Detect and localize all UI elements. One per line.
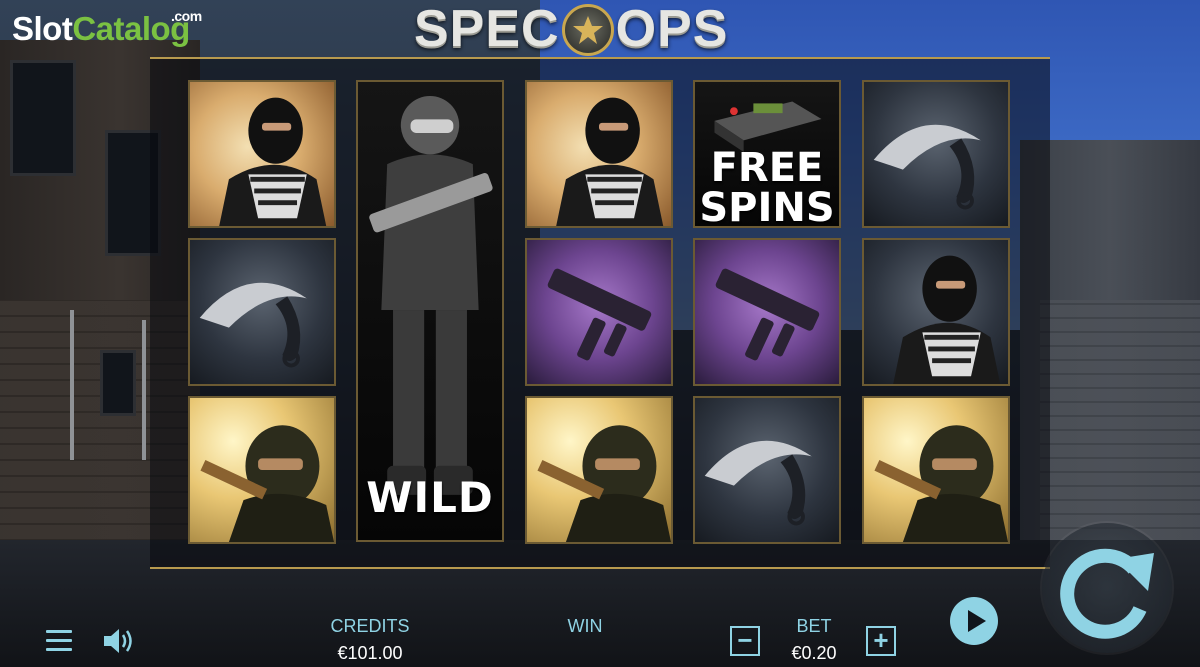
symbol-masked-man xyxy=(525,80,673,228)
symbol-wild: WILD xyxy=(356,80,504,542)
symbol-smg xyxy=(525,238,673,386)
symbol-sniper xyxy=(862,396,1010,544)
free-label: FREE xyxy=(710,145,824,191)
window xyxy=(100,350,136,416)
symbol-knife xyxy=(693,396,841,544)
watermark-com: .com xyxy=(171,8,202,24)
bet-value: €0.20 xyxy=(791,643,837,663)
minus-icon: − xyxy=(737,625,753,655)
title-spec: SPEC xyxy=(414,0,560,58)
title-ops: OPS xyxy=(615,0,729,58)
credits-value: €101.00 xyxy=(337,643,403,663)
soldier-icon xyxy=(369,95,493,495)
watermark-slot: Slot xyxy=(12,10,73,47)
sniper-icon xyxy=(537,425,671,542)
bet-label: BET xyxy=(796,616,832,636)
smg-icon xyxy=(547,268,652,361)
pipe xyxy=(142,320,146,460)
bet-decrease-button[interactable]: − xyxy=(730,626,760,656)
sound-icon xyxy=(104,629,132,653)
plus-icon: + xyxy=(873,625,889,655)
credits-label: CREDITS xyxy=(330,616,410,636)
slotcatalog-watermark: SlotCatalog .com xyxy=(12,8,202,48)
knife-icon xyxy=(199,282,307,368)
free-spins-label: FREE SPINS xyxy=(695,145,839,228)
masked-man-icon xyxy=(219,97,327,226)
symbol-sniper xyxy=(188,396,336,544)
smg-icon xyxy=(715,268,820,361)
masked-man-icon xyxy=(893,255,1001,384)
symbol-masked-man xyxy=(862,238,1010,386)
symbol-free-spins: FREE SPINS xyxy=(693,80,841,228)
autoplay-button[interactable] xyxy=(950,597,998,645)
sound-button[interactable] xyxy=(102,627,136,655)
win-label: WIN xyxy=(567,616,603,636)
symbol-masked-man xyxy=(188,80,336,228)
symbol-knife xyxy=(188,238,336,386)
sniper-icon xyxy=(200,425,334,542)
play-icon xyxy=(968,610,986,632)
window xyxy=(10,60,76,176)
wild-label: WILD xyxy=(366,473,494,522)
sniper-icon xyxy=(874,425,1008,542)
symbol-sniper xyxy=(525,396,673,544)
symbol-knife xyxy=(862,80,1010,228)
menu-icon xyxy=(46,630,72,633)
game-title-logo: SPEC OPS xyxy=(414,2,728,56)
knife-icon xyxy=(873,124,981,210)
spins-label: SPINS xyxy=(699,185,835,228)
bet-increase-button[interactable]: + xyxy=(866,626,896,656)
pipe xyxy=(70,310,74,460)
knife-icon xyxy=(704,440,812,526)
symbol-smg xyxy=(693,238,841,386)
star-badge-icon xyxy=(561,4,614,56)
masked-man-icon xyxy=(556,97,664,226)
menu-button[interactable] xyxy=(46,630,72,652)
